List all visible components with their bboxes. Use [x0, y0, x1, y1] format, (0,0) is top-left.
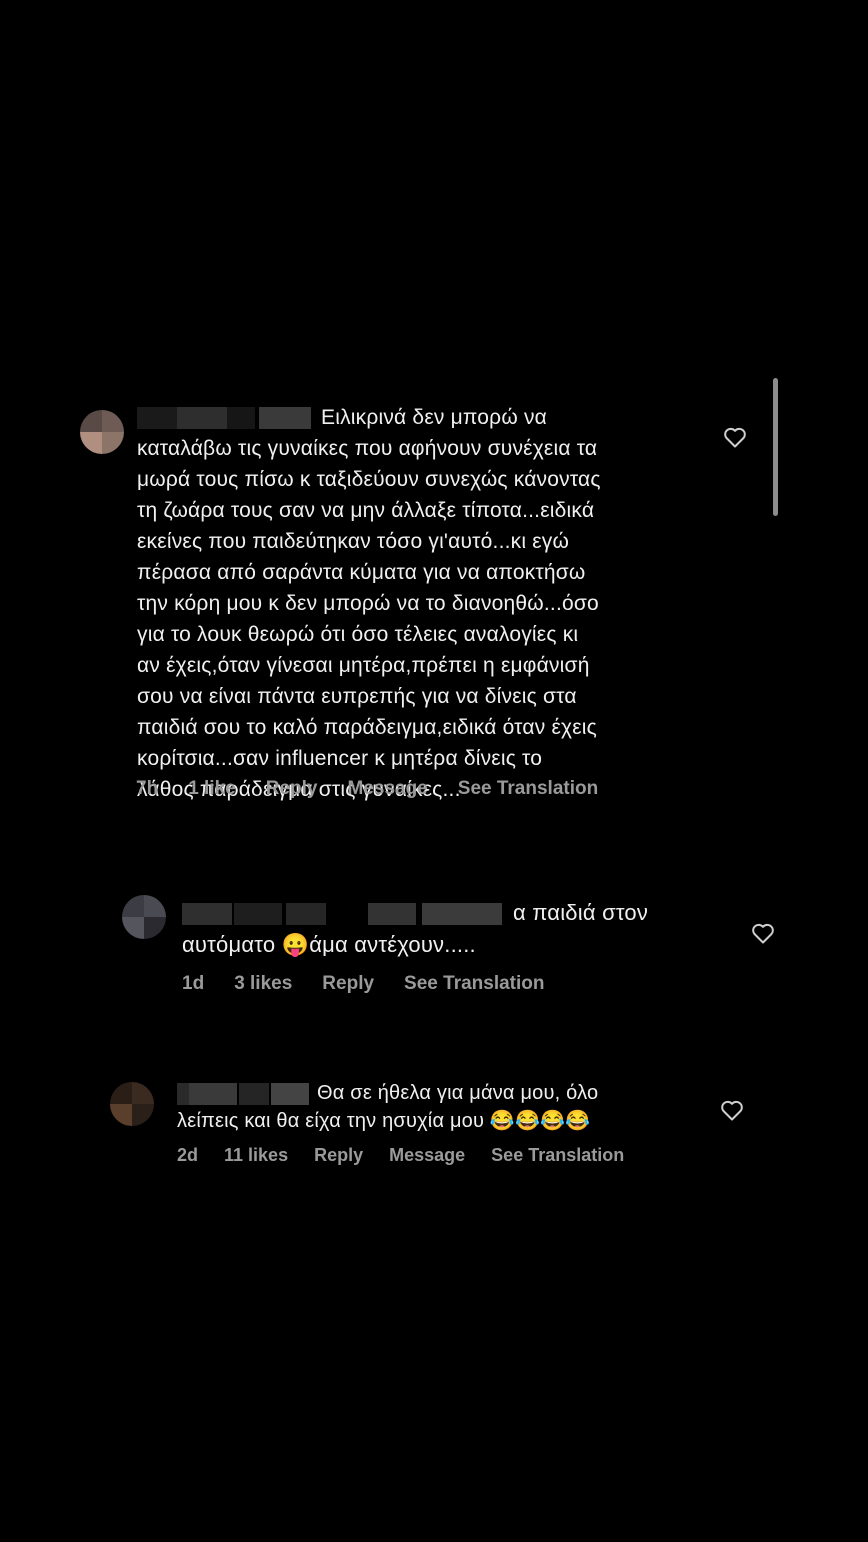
- username-redacted[interactable]: [177, 1082, 311, 1105]
- likes-count[interactable]: 3 likes: [234, 973, 292, 995]
- username-redacted[interactable]: [137, 407, 315, 430]
- comment-text-continued: αυτόματο 😛άμα αντέχουν.....: [182, 932, 476, 957]
- see-translation-button[interactable]: See Translation: [491, 1145, 624, 1166]
- comment-text: Θα σε ήθελα για μάνα μου, όλο λείπεις κα…: [177, 1079, 717, 1135]
- scrollbar[interactable]: [773, 378, 778, 516]
- reply-button[interactable]: Reply: [266, 778, 318, 800]
- comment-text-continued: λείπεις και θα είχα την ησυχία μου 😂😂😂😂: [177, 1110, 591, 1132]
- comment-text: α παιδιά στον αυτόματο 😛άμα αντέχουν....…: [182, 897, 742, 961]
- see-translation-button[interactable]: See Translation: [458, 778, 598, 800]
- heart-outline-icon[interactable]: [720, 1099, 744, 1121]
- reply-button[interactable]: Reply: [322, 973, 374, 995]
- comment-text: Ειλικρινά δεν μπορώ να καταλάβω τις γυνα…: [137, 402, 737, 805]
- comment-text-first-line: α παιδιά στον: [513, 900, 649, 925]
- comment-time: 2d: [177, 1145, 199, 1165]
- comment-time: 7h: [136, 778, 159, 799]
- comment-meta: 7h 1 like Reply Message See Translation: [136, 778, 628, 800]
- comment-text-first-line: Θα σε ήθελα για μάνα μου, όλο: [317, 1082, 599, 1104]
- message-button[interactable]: Message: [389, 1145, 465, 1166]
- comment-text-first-line: Ειλικρινά δεν μπορώ να: [321, 406, 547, 429]
- likes-count[interactable]: 1 like: [188, 778, 236, 800]
- avatar[interactable]: [110, 1082, 154, 1126]
- avatar[interactable]: [122, 895, 166, 939]
- heart-outline-icon[interactable]: [751, 922, 775, 944]
- comment-text-continued: καταλάβω τις γυναίκες που αφήνουν συνέχε…: [137, 437, 601, 801]
- reply-button[interactable]: Reply: [314, 1145, 363, 1166]
- comment-time: 1d: [182, 973, 205, 994]
- see-translation-button[interactable]: See Translation: [404, 973, 544, 995]
- message-button[interactable]: Message: [347, 778, 427, 800]
- username-redacted[interactable]: [182, 903, 507, 926]
- comment-meta: 1d 3 likes Reply See Translation: [182, 973, 575, 995]
- likes-count[interactable]: 11 likes: [224, 1145, 288, 1166]
- avatar[interactable]: [80, 410, 124, 454]
- heart-outline-icon[interactable]: [723, 426, 747, 448]
- comment-meta: 2d 11 likes Reply Message See Translatio…: [177, 1145, 654, 1166]
